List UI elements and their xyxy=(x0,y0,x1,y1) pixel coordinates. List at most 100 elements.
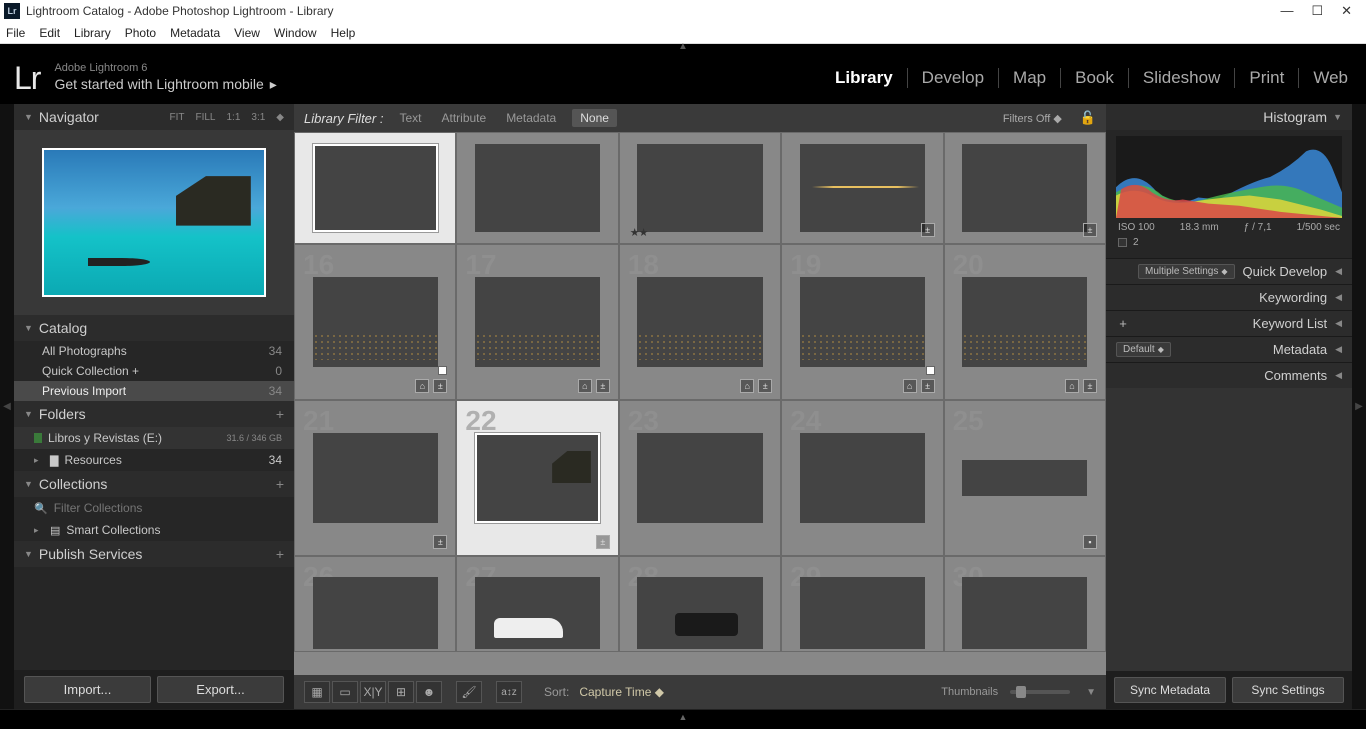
add-folder-button[interactable]: + xyxy=(276,406,284,422)
catalog-all-photos[interactable]: All Photographs34 xyxy=(14,341,294,361)
collection-badge-icon[interactable]: ▪ xyxy=(1083,535,1097,549)
metadata-badge-icon[interactable]: ± xyxy=(1083,379,1097,393)
module-slideshow[interactable]: Slideshow xyxy=(1129,68,1236,88)
grid-cell[interactable] xyxy=(294,132,456,244)
module-library[interactable]: Library xyxy=(821,68,908,88)
navigator-preview[interactable] xyxy=(14,130,294,315)
grid-cell[interactable] xyxy=(456,132,618,244)
nav-1-1[interactable]: 1:1 xyxy=(226,112,240,123)
module-web[interactable]: Web xyxy=(1299,68,1348,88)
grid-view-button[interactable]: ▦ xyxy=(304,681,330,703)
filter-text[interactable]: Text xyxy=(395,109,425,127)
filter-attribute[interactable]: Attribute xyxy=(437,109,490,127)
thumbnail-size-slider[interactable] xyxy=(1010,690,1070,694)
rating-stars[interactable]: ★★ xyxy=(630,226,648,239)
keyword-badge-icon[interactable]: ⌂ xyxy=(903,379,917,393)
folder-resources[interactable]: ▸ ▇ Resources 34 xyxy=(14,449,294,471)
export-button[interactable]: Export... xyxy=(157,676,284,703)
sync-settings-button[interactable]: Sync Settings xyxy=(1232,677,1344,703)
collections-header[interactable]: ▼ Collections + xyxy=(14,471,294,497)
add-keyword-button[interactable]: + xyxy=(1116,317,1130,331)
module-book[interactable]: Book xyxy=(1061,68,1129,88)
catalog-header[interactable]: ▼ Catalog xyxy=(14,315,294,341)
grid-cell[interactable]: 28 xyxy=(619,556,781,652)
nav-zoom-menu[interactable]: ◆ xyxy=(276,112,284,123)
metadata-badge-icon[interactable]: ± xyxy=(921,223,935,237)
grid-cell[interactable]: ± xyxy=(944,132,1106,244)
nav-fill[interactable]: FILL xyxy=(195,112,215,123)
grid-cell[interactable]: 23 xyxy=(619,400,781,556)
filter-metadata[interactable]: Metadata xyxy=(502,109,560,127)
right-panel-toggle[interactable]: ▶ xyxy=(1352,104,1366,709)
qd-preset-dropdown[interactable]: Multiple Settings◆ xyxy=(1138,264,1235,279)
grid-cell[interactable]: 29 xyxy=(781,556,943,652)
metadata-preset-dropdown[interactable]: Default◆ xyxy=(1116,342,1171,357)
nav-fit[interactable]: FIT xyxy=(169,112,184,123)
menu-view[interactable]: View xyxy=(234,26,260,40)
smart-collections[interactable]: ▸ ▤ Smart Collections xyxy=(14,519,294,541)
grid-cell[interactable]: 17±⌂ xyxy=(456,244,618,400)
filter-none[interactable]: None xyxy=(572,109,617,127)
mobile-link[interactable]: Get started with Lightroom mobile xyxy=(54,76,263,94)
unsaved-metadata-icon[interactable] xyxy=(438,366,447,375)
grid-view[interactable]: ★★ ± ± 16±⌂ 17±⌂ 18±⌂ 19±⌂ 20±⌂ 21± 22± … xyxy=(294,132,1106,675)
metadata-badge-icon[interactable]: ± xyxy=(433,379,447,393)
left-panel-toggle[interactable]: ◀ xyxy=(0,104,14,709)
keyword-badge-icon[interactable]: ⌂ xyxy=(1065,379,1079,393)
sort-dropdown[interactable]: Capture Time ◆ xyxy=(579,685,664,699)
painter-tool[interactable]: 🖌 xyxy=(456,681,482,703)
people-view-button[interactable]: ☻ xyxy=(416,681,442,703)
survey-view-button[interactable]: ⊞ xyxy=(388,681,414,703)
keyword-badge-icon[interactable]: ⌂ xyxy=(578,379,592,393)
metadata-badge-icon[interactable]: ± xyxy=(1083,223,1097,237)
menu-edit[interactable]: Edit xyxy=(39,26,60,40)
navigator-header[interactable]: ▼ Navigator FIT FILL 1:1 3:1 ◆ xyxy=(14,104,294,130)
filter-preset-dropdown[interactable]: Filters Off ◆ xyxy=(1003,112,1062,125)
publish-header[interactable]: ▼ Publish Services + xyxy=(14,541,294,567)
add-collection-button[interactable]: + xyxy=(276,476,284,492)
grid-cell[interactable]: 26 xyxy=(294,556,456,652)
module-develop[interactable]: Develop xyxy=(908,68,999,88)
top-panel-toggle[interactable]: ▲ xyxy=(0,44,1366,52)
maximize-button[interactable]: ☐ xyxy=(1311,3,1323,19)
comments-header[interactable]: Comments ◀ xyxy=(1106,362,1352,388)
metadata-badge-icon[interactable]: ± xyxy=(596,379,610,393)
import-button[interactable]: Import... xyxy=(24,676,151,703)
metadata-badge-icon[interactable]: ± xyxy=(921,379,935,393)
filter-lock-icon[interactable]: 🔓 xyxy=(1080,110,1096,126)
grid-cell[interactable]: 30 xyxy=(944,556,1106,652)
menu-file[interactable]: File xyxy=(6,26,25,40)
filmstrip-collapsed[interactable]: ▲ xyxy=(0,709,1366,729)
histogram-chart[interactable] xyxy=(1116,136,1342,218)
metadata-header[interactable]: Default◆ Metadata ◀ xyxy=(1106,336,1352,362)
grid-cell[interactable]: ± xyxy=(781,132,943,244)
folders-header[interactable]: ▼ Folders + xyxy=(14,401,294,427)
grid-cell[interactable]: 21± xyxy=(294,400,456,556)
sort-direction-button[interactable]: a↕z xyxy=(496,681,522,703)
menu-photo[interactable]: Photo xyxy=(125,26,156,40)
grid-cell[interactable]: 18±⌂ xyxy=(619,244,781,400)
menu-help[interactable]: Help xyxy=(331,26,356,40)
module-map[interactable]: Map xyxy=(999,68,1061,88)
metadata-badge-icon[interactable]: ± xyxy=(596,535,610,549)
toolbar-menu[interactable]: ▼ xyxy=(1086,687,1096,698)
menu-metadata[interactable]: Metadata xyxy=(170,26,220,40)
grid-cell[interactable]: 25▪ xyxy=(944,400,1106,556)
unsaved-metadata-icon[interactable] xyxy=(926,366,935,375)
grid-cell[interactable]: ★★ xyxy=(619,132,781,244)
keyword-badge-icon[interactable]: ⌂ xyxy=(415,379,429,393)
grid-cell[interactable]: 19±⌂ xyxy=(781,244,943,400)
metadata-badge-icon[interactable]: ± xyxy=(758,379,772,393)
module-print[interactable]: Print xyxy=(1235,68,1299,88)
sync-metadata-button[interactable]: Sync Metadata xyxy=(1114,677,1226,703)
loupe-view-button[interactable]: ▭ xyxy=(332,681,358,703)
add-publish-button[interactable]: + xyxy=(276,546,284,562)
grid-cell[interactable]: 27 xyxy=(456,556,618,652)
histogram-header[interactable]: Histogram ▼ xyxy=(1106,104,1352,130)
minimize-button[interactable]: — xyxy=(1280,3,1293,19)
grid-cell[interactable]: 24 xyxy=(781,400,943,556)
catalog-previous-import[interactable]: Previous Import34 xyxy=(14,381,294,401)
menu-window[interactable]: Window xyxy=(274,26,317,40)
menu-library[interactable]: Library xyxy=(74,26,111,40)
quick-develop-header[interactable]: Multiple Settings◆ Quick Develop ◀ xyxy=(1106,258,1352,284)
